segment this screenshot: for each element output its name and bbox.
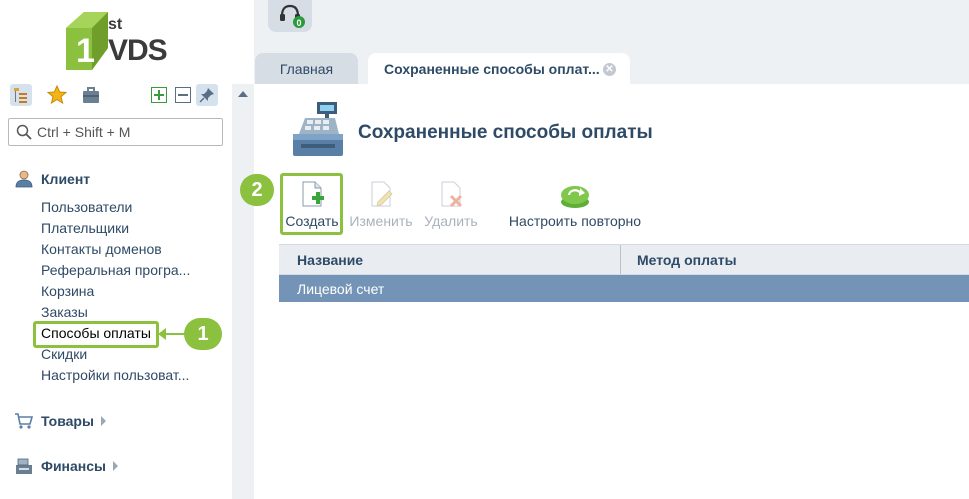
sidebar: 1 st VDS Ctrl + Shift + M Клиент Пользов… <box>0 0 232 499</box>
pin-button[interactable] <box>196 84 218 106</box>
create-button-label: Создать <box>285 213 339 229</box>
search-icon <box>16 124 32 140</box>
svg-text:0: 0 <box>296 18 301 28</box>
briefcase-icon <box>83 87 99 103</box>
edit-document-icon <box>371 181 393 207</box>
tab-saved-payment-methods-label: Сохраненные способы оплат... <box>384 60 600 77</box>
user-icon <box>15 170 33 188</box>
chevron-right-icon <box>113 461 118 471</box>
group-goods-label: Товары <box>41 413 94 429</box>
tab-main[interactable]: Главная <box>255 53 358 84</box>
group-client-label: Клиент <box>41 171 91 187</box>
create-button[interactable]: Создать <box>283 178 341 234</box>
new-document-icon <box>302 181 324 207</box>
group-client[interactable]: Клиент <box>14 170 90 188</box>
tab-saved-payment-methods[interactable]: Сохраненные способы оплат... ✕ <box>368 53 630 84</box>
headset-icon: 0 <box>280 4 305 28</box>
delete-button[interactable]: Удалить <box>420 178 482 234</box>
sidebar-item-users[interactable]: Пользователи <box>41 198 190 219</box>
selected-item-highlight <box>33 321 159 348</box>
callout-1-arrow <box>158 328 166 340</box>
sidebar-item-referral[interactable]: Реферальная програ... <box>41 261 190 282</box>
favorites-button[interactable] <box>46 84 68 106</box>
sidebar-item-discounts[interactable]: Скидки <box>41 345 190 366</box>
support-button[interactable]: 0 <box>268 0 312 32</box>
scroll-up-icon[interactable] <box>238 91 248 97</box>
logo-superscript: st <box>108 16 123 33</box>
menu-search[interactable] <box>8 118 223 146</box>
cash-register-icon <box>293 102 343 156</box>
sidebar-scrollbar[interactable] <box>232 84 254 499</box>
pin-icon <box>199 88 214 103</box>
reconfigure-button[interactable]: Настроить повторно <box>505 178 645 234</box>
minus-box-icon <box>175 87 191 103</box>
client-menu: Пользователи Плательщики Контакты домено… <box>41 198 190 387</box>
table-header: Название Метод оплаты <box>279 244 969 275</box>
sidebar-toolbar <box>10 84 224 108</box>
collapse-all-button[interactable] <box>172 84 194 106</box>
cart-icon <box>15 413 34 429</box>
reconfigure-button-label: Настроить повторно <box>508 213 642 229</box>
group-finance[interactable]: Финансы <box>14 457 118 475</box>
sidebar-item-cart[interactable]: Корзина <box>41 282 190 303</box>
svg-text:1: 1 <box>76 32 95 70</box>
group-goods[interactable]: Товары <box>14 412 106 430</box>
column-payment-method[interactable]: Метод оплаты <box>637 252 737 268</box>
star-icon <box>47 85 67 105</box>
tree-icon <box>14 88 27 103</box>
table-row[interactable]: Лицевой счет <box>279 275 969 302</box>
cash-register-icon <box>16 458 32 474</box>
group-finance-label: Финансы <box>41 458 106 474</box>
search-input[interactable] <box>37 123 217 141</box>
tree-view-button[interactable] <box>10 84 32 106</box>
page-title: Сохраненные способы оплаты <box>358 122 653 143</box>
column-divider[interactable] <box>620 245 621 274</box>
delete-document-icon <box>441 181 463 208</box>
plus-box-icon <box>151 87 167 103</box>
column-name[interactable]: Название <box>297 252 363 268</box>
table-cell-name: Лицевой счет <box>297 281 385 297</box>
edit-button-label: Изменить <box>349 213 413 229</box>
edit-button[interactable]: Изменить <box>347 178 415 234</box>
callout-2-badge: 2 <box>240 174 274 206</box>
refresh-icon <box>561 186 589 208</box>
sidebar-item-user-settings[interactable]: Настройки пользоват... <box>41 366 190 387</box>
callout-1-badge: 1 <box>184 318 222 350</box>
close-icon[interactable]: ✕ <box>603 63 616 76</box>
sidebar-item-payers[interactable]: Плательщики <box>41 219 190 240</box>
expand-all-button[interactable] <box>148 84 170 106</box>
logo-brand: VDS <box>108 34 168 67</box>
delete-button-label: Удалить <box>424 213 478 229</box>
briefcase-button[interactable] <box>80 84 102 106</box>
chevron-right-icon <box>100 416 106 426</box>
sidebar-item-domain-contacts[interactable]: Контакты доменов <box>41 240 190 261</box>
